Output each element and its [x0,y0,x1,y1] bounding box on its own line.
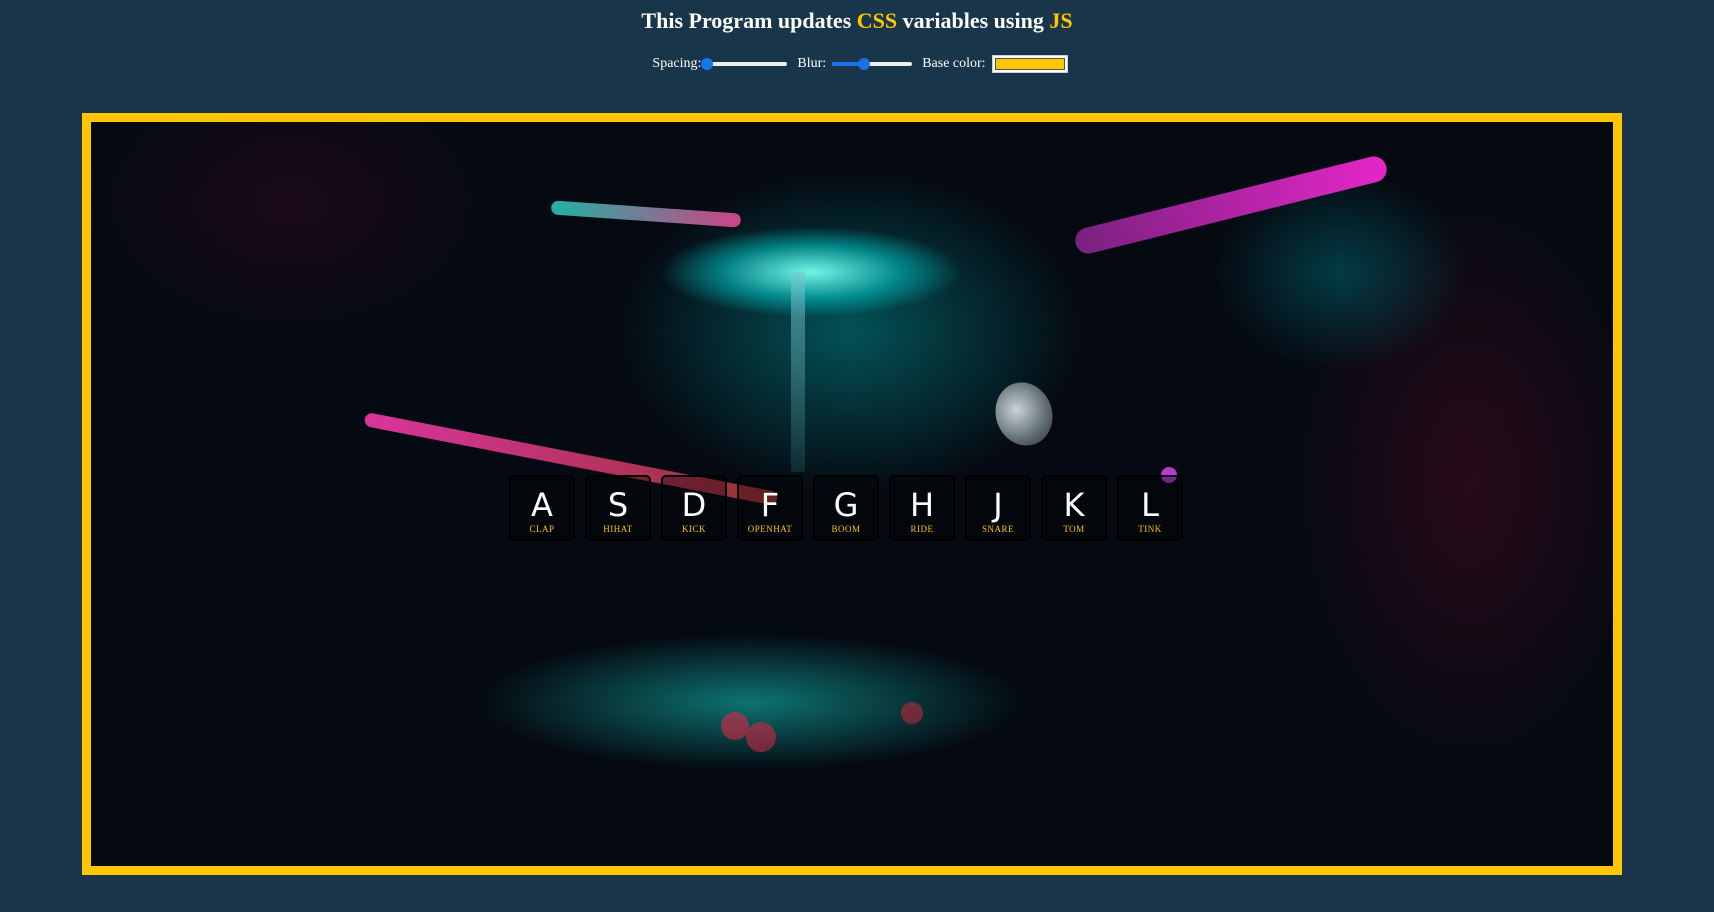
base-color-label: Base color: [922,56,986,71]
key-sound-label: boom [831,524,861,534]
key-sound-label: tink [1138,524,1162,534]
spacing-slider-track [707,62,788,66]
drum-key-d[interactable]: Dkick [661,475,727,541]
bokeh-light [901,702,923,724]
drum-key-j[interactable]: Jsnare [965,475,1031,541]
base-color-picker[interactable] [991,55,1068,73]
blur-slider-thumb[interactable] [858,58,871,70]
bokeh-light [721,712,749,740]
key-sound-label: ride [910,524,934,534]
key-sound-label: clap [529,524,555,534]
cymbal-stand-decoration [791,272,805,472]
drum-key-a[interactable]: Aclap [509,475,575,541]
title-highlight-js: JS [1049,8,1073,33]
key-letter: D [681,486,707,524]
spacing-label: Spacing: [652,56,702,71]
controls-bar: Spacing: Blur: Base color: [0,50,1714,78]
drum-key-k[interactable]: Ktom [1041,475,1107,541]
key-letter: A [531,486,553,524]
title-text-1: This Program updates [641,8,857,33]
key-sound-label: openhat [747,524,793,534]
key-letter: K [1063,486,1085,524]
page: This Program updates CSS variables using… [0,0,1714,912]
key-sound-label: hihat [603,524,633,534]
microphone-decoration [986,374,1062,454]
page-title: This Program updates CSS variables using… [0,6,1714,36]
key-letter: G [833,486,859,524]
key-letter: L [1141,486,1159,524]
base-color-swatch [994,58,1065,70]
key-letter: J [993,486,1003,524]
drum-key-s[interactable]: Shihat [585,475,651,541]
drumstick-decoration [550,200,742,228]
key-sound-label: tom [1063,524,1085,534]
key-sound-label: snare [981,524,1014,534]
spacing-slider[interactable] [701,56,788,72]
blur-slider[interactable] [832,56,913,72]
drum-kit-image: Aclap Shihat Dkick Fopenhat Gboom Hride Jsnare… [82,113,1622,875]
key-letter: H [909,486,935,524]
key-sound-label: kick [682,524,706,534]
title-highlight-css: CSS [856,8,898,33]
drum-keys: Aclap Shihat Dkick Fopenhat Gboom Hride Jsnare… [91,475,1613,541]
drum-key-l[interactable]: Ltink [1117,475,1183,541]
bokeh-light [746,722,776,752]
spacing-slider-thumb[interactable] [701,58,714,70]
drum-key-h[interactable]: Hride [889,475,955,541]
key-letter: F [760,486,780,524]
blur-label: Blur: [797,56,827,71]
drumstick-decoration [1072,153,1390,257]
key-letter: S [607,486,629,524]
drum-key-g[interactable]: Gboom [813,475,879,541]
title-text-2: variables using [897,8,1050,33]
drum-key-f[interactable]: Fopenhat [737,475,803,541]
